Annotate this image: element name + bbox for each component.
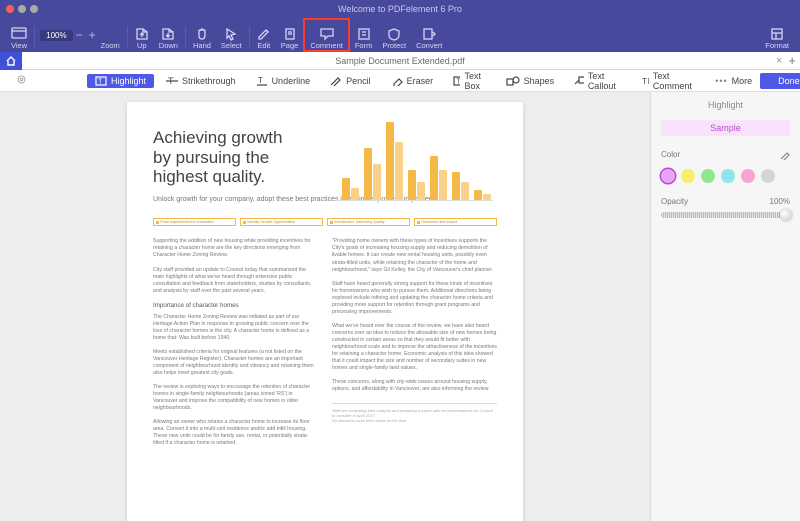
text-callout-tool[interactable]: Text Callout [566,69,628,93]
hand-tool[interactable]: Hand [188,18,216,52]
more-tool[interactable]: ••• More [707,74,760,88]
legend-item: Outcomes and Impact [414,218,497,226]
text-comment-tool[interactable]: T Text Comment [632,69,703,93]
highlight-tool[interactable]: T Highlight [87,74,154,88]
legend-item: From Improvement to Innovation [153,218,236,226]
color-swatches [661,169,790,183]
done-button[interactable]: Done [760,73,800,89]
panel-title: Highlight [661,100,790,110]
slider-knob[interactable] [780,209,792,221]
sample-preview: Sample [661,120,790,136]
pencil-tool[interactable]: Pencil [322,74,379,88]
doc-chart [332,123,497,208]
view-button[interactable]: View [6,18,32,52]
document-tabbar: Sample Document Extended.pdf × + [0,52,800,70]
zoom-value[interactable]: 100% [40,30,72,41]
zoom-in-button[interactable]: + [86,28,99,42]
doc-legend: From Improvement to Innovation Identify G… [153,218,497,226]
titlebar: Welcome to PDFelement 6 Pro [0,0,800,18]
opacity-value: 100% [770,197,790,206]
strikethrough-tool[interactable]: T Strikethrough [158,74,244,88]
convert-button[interactable]: Convert [411,18,447,52]
color-swatch[interactable] [741,169,755,183]
document-name: Sample Document Extended.pdf [0,56,800,66]
shapes-tool[interactable]: Shapes [498,74,563,88]
select-tool[interactable]: Select [216,18,247,52]
color-label: Color [661,150,680,163]
color-swatch[interactable] [701,169,715,183]
doc-column-right: "Providing home owners with these types … [332,238,497,453]
text-box-tool[interactable]: T Text Box [445,69,494,93]
new-tab-icon[interactable]: + [788,53,796,68]
color-swatch[interactable] [761,169,775,183]
protect-button[interactable]: Protect [377,18,411,52]
format-button[interactable]: Format [760,18,794,52]
color-swatch[interactable] [681,169,695,183]
eraser-tool[interactable]: Eraser [383,74,442,88]
color-swatch[interactable] [721,169,735,183]
svg-text:T: T [98,78,103,85]
app-title: Welcome to PDFelement 6 Pro [0,4,800,14]
legend-item: Introduction: Delivering Quality [327,218,410,226]
window-controls[interactable] [6,5,38,13]
opacity-slider[interactable] [661,212,790,218]
svg-text:T: T [457,78,461,85]
form-button[interactable]: Form [350,18,378,52]
svg-text:T: T [642,77,647,86]
opacity-label: Opacity [661,197,688,206]
legend-item: Identify Growth Opportunities [240,218,323,226]
comment-toolbar: T Highlight T Strikethrough T Underline … [0,70,800,92]
close-tab-icon[interactable]: × [776,55,782,67]
close-icon[interactable] [6,5,14,13]
properties-panel: Highlight Sample Color Opacity 100% [650,92,800,521]
main-ribbon: View 100% − + Zoom Up Down Hand Select E… [0,18,800,52]
edit-button[interactable]: Edit [252,18,276,52]
zoom-out-button[interactable]: − [73,28,86,42]
document-canvas[interactable]: Achieving growth by pursuing the highest… [0,92,650,521]
doc-column-left: Supporting the addition of new housing w… [153,238,318,453]
page-down-button[interactable]: Down [154,18,183,52]
page-up-button[interactable]: Up [130,18,154,52]
color-swatch[interactable] [661,169,675,183]
gear-icon[interactable] [16,74,27,88]
underline-tool[interactable]: T Underline [248,74,319,88]
zoom-label: Zoom [99,18,125,52]
maximize-icon[interactable] [30,5,38,13]
comment-button[interactable]: Comment [303,18,350,52]
svg-text:T: T [258,76,263,85]
color-picker-icon[interactable] [780,150,790,163]
minimize-icon[interactable] [18,5,26,13]
pdf-page: Achieving growth by pursuing the highest… [127,102,523,521]
page-button[interactable]: Page [276,18,304,52]
